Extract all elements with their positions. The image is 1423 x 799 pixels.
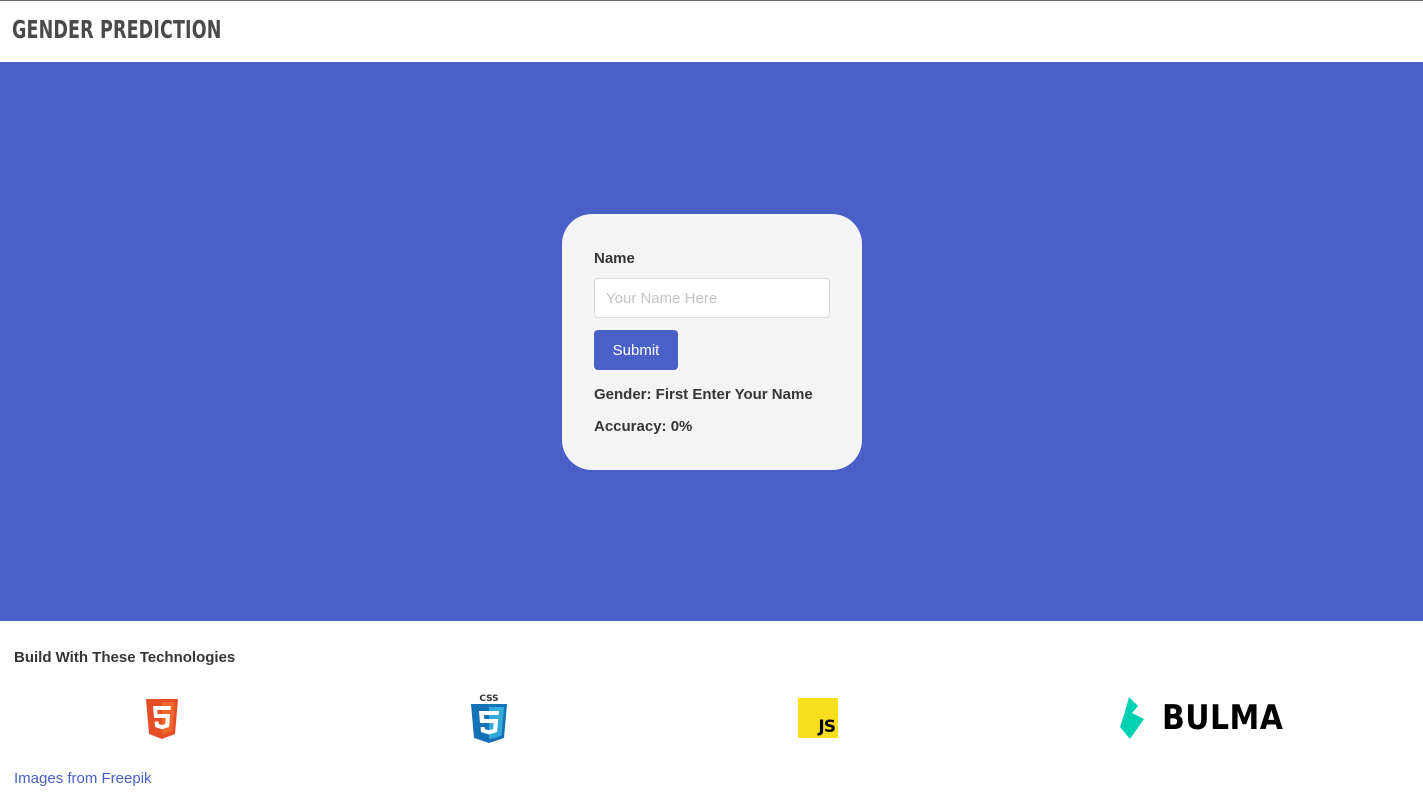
accuracy-result: Accuracy: 0% — [594, 418, 693, 435]
gender-result: Gender: First Enter Your Name — [594, 386, 813, 403]
js-logo-text: JS — [818, 717, 836, 737]
html5-icon — [144, 699, 180, 739]
freepik-credit-link[interactable]: Images from Freepik — [14, 770, 152, 787]
bulma-icon: BULMA — [1120, 697, 1284, 739]
bulma-logo-text: BULMA — [1162, 698, 1284, 738]
technologies-heading: Build With These Technologies — [14, 649, 236, 666]
css3-icon: CSS — [467, 692, 511, 744]
name-input[interactable] — [594, 278, 830, 318]
navbar: GENDER PREDICTION — [0, 1, 1423, 62]
javascript-icon: JS — [798, 698, 838, 738]
submit-button[interactable]: Submit — [594, 330, 678, 370]
name-label: Name — [594, 250, 635, 267]
prediction-card: Name Submit Gender: First Enter Your Nam… — [562, 214, 862, 470]
bulma-mark-icon — [1120, 697, 1144, 739]
app-title[interactable]: GENDER PREDICTION — [12, 15, 222, 45]
svg-text:CSS: CSS — [479, 694, 498, 704]
